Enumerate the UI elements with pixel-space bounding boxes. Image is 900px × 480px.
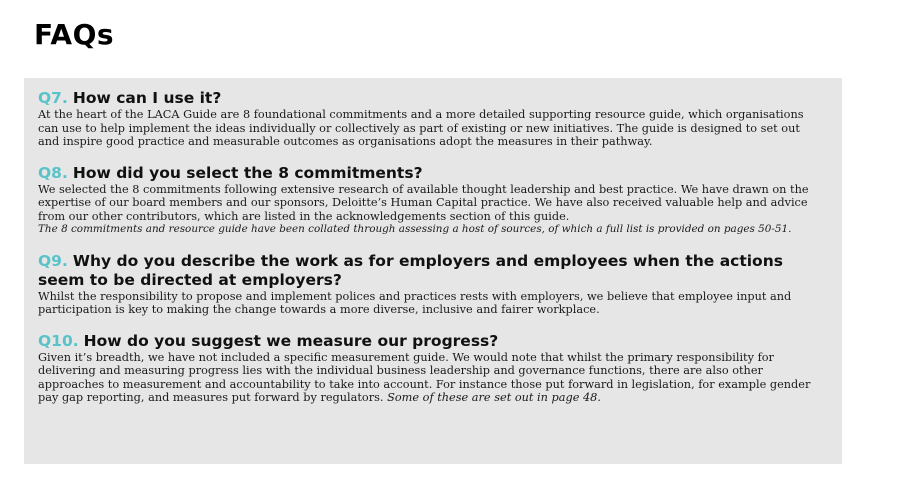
question-number: Q9. (38, 251, 68, 270)
question-number: Q8. (38, 163, 68, 182)
question-text: How do you suggest we measure our progre… (83, 331, 499, 350)
question-number: Q7. (38, 89, 68, 107)
faq-answer: We selected the 8 commitments following … (38, 182, 809, 223)
faq-question: Q9. Why do you describe the work as for e… (38, 252, 824, 290)
faq-item-q7: Q7. How can I use it? At the heart of the… (38, 89, 824, 149)
faq-question: Q10. How do you suggest we measure our pr… (38, 332, 824, 351)
faq-question: Q7. How can I use it? (38, 89, 824, 108)
page-title: FAQs (34, 18, 115, 51)
faq-item-q9: Q9. Why do you describe the work as for e… (38, 252, 824, 317)
faq-answer: Given it’s breadth, we have not included… (38, 351, 824, 405)
question-text: Why do you describe the work as for empl… (38, 251, 783, 289)
question-number: Q10. (38, 331, 79, 350)
faq-question: Q8. How did you select the 8 commitments? (38, 164, 824, 183)
question-text: How can I use it? (72, 89, 222, 107)
faq-item-q8: Q8. How did you select the 8 commitments?… (38, 164, 824, 237)
faq-answer: Whilst the responsibility to propose and… (38, 289, 792, 317)
question-text: How did you select the 8 commitments? (72, 163, 423, 182)
faq-answer-note: The 8 commitments and resource guide hav… (38, 223, 792, 235)
faq-answer-italic: Some of these are set out in page 48. (387, 391, 601, 404)
faq-answer: At the heart of the LACA Guide are 8 fou… (38, 108, 804, 148)
faq-item-q10: Q10. How do you suggest we measure our pr… (38, 332, 824, 405)
faq-panel: Q7. How can I use it? At the heart of the… (24, 78, 842, 464)
